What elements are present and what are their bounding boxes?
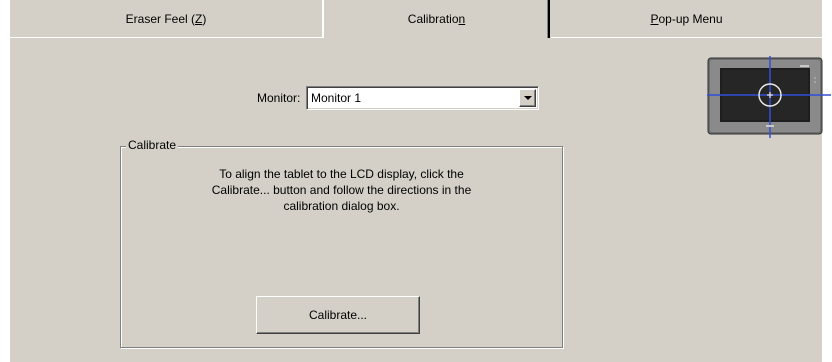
calibrate-instructions: To align the tablet to the LCD display, …: [160, 166, 523, 214]
monitor-label: Monitor:: [257, 91, 301, 105]
monitor-select-value: Monitor 1: [311, 91, 362, 105]
calibrate-group-title: Calibrate: [126, 138, 179, 152]
tab-eraser-feel[interactable]: Eraser Feel (Z): [10, 0, 322, 38]
tab-strip: Eraser Feel (Z) Calibration Pop-up Menu: [10, 0, 822, 38]
tab-calibration-prefix: Calibratio: [407, 12, 459, 26]
tablet-calibration-icon: [707, 56, 831, 138]
tab-popup-menu[interactable]: Pop-up Menu: [551, 0, 822, 38]
monitor-dropdown-button[interactable]: [519, 89, 536, 107]
tab-eraser-feel-prefix: Eraser Feel (: [125, 12, 195, 26]
calibrate-instructions-line: To align the tablet to the LCD display, …: [219, 167, 464, 181]
tablet-properties-dialog: Eraser Feel (Z) Calibration Pop-up Menu …: [10, 0, 831, 362]
tab-eraser-feel-suffix: ): [202, 12, 207, 26]
tab-calibration-hotkey: n: [458, 12, 466, 26]
calibrate-instructions-line: calibration dialog box.: [283, 199, 400, 213]
calibrate-instructions-line: Calibrate... button and follow the direc…: [211, 183, 472, 197]
tab-calibration[interactable]: Calibration: [323, 0, 550, 38]
tab-popup-menu-suffix: op-up Menu: [658, 12, 723, 26]
chevron-down-icon: [524, 96, 532, 100]
calibrate-button[interactable]: Calibrate...: [256, 296, 420, 334]
monitor-select[interactable]: Monitor 1: [306, 86, 539, 110]
